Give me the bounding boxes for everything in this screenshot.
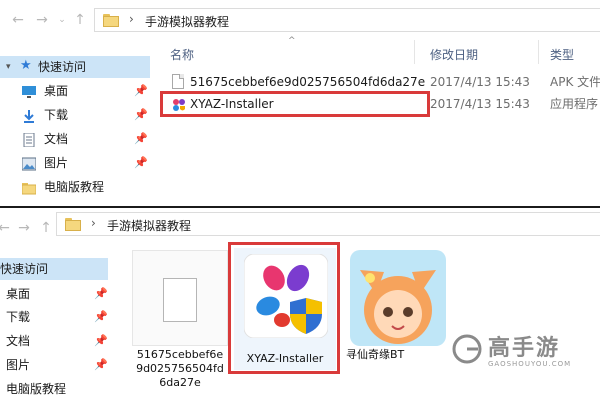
sidebar-item-label: 图片 (44, 156, 69, 170)
file-type: APK 文件 (550, 75, 600, 89)
watermark-domain: GAOSHOUYOU.COM (488, 360, 572, 368)
file-date: 2017/4/13 15:43 (430, 75, 530, 89)
sidebar-item-label: 桌面 (6, 287, 31, 301)
sidebar-item-pictures[interactable]: 图片 📌 (0, 152, 150, 174)
gaoshouyou-logo-icon (452, 334, 482, 364)
up-arrow-icon[interactable]: ↑ (38, 220, 54, 236)
breadcrumb[interactable]: 手游模拟器教程 (145, 13, 229, 30)
sidebar-item-quick-access[interactable]: 快速访问 (0, 258, 108, 280)
pin-icon[interactable]: 📌 (134, 104, 148, 126)
sidebar-item-label: 下载 (6, 310, 31, 324)
file-tile[interactable]: 寻仙奇缘BT (346, 250, 446, 370)
address-bar[interactable]: › 手游模拟器教程 (56, 212, 600, 236)
sidebar-item-downloads[interactable]: 下载 📌 (0, 306, 108, 328)
desktop-icon (22, 84, 36, 98)
sidebar-item-desktop[interactable]: 桌面 📌 (0, 283, 108, 305)
sidebar-item-pc-tutorial[interactable]: 电脑版教程 (0, 378, 108, 400)
pin-icon[interactable]: 📌 (134, 152, 148, 174)
caption-line: 51675cebbef6e (136, 348, 224, 361)
forward-arrow-icon[interactable]: → (16, 220, 32, 236)
sidebar-item-documents[interactable]: 文档 📌 (0, 128, 150, 150)
file-icon (172, 74, 184, 89)
file-icon (163, 278, 197, 322)
column-divider[interactable] (538, 40, 539, 64)
sidebar-item-desktop[interactable]: 桌面 📌 (0, 80, 150, 102)
file-name: 51675cebbef6e9d025756504fd6da27e (190, 75, 426, 89)
sidebar-item-label: 文档 (6, 334, 31, 348)
sidebar-item-label: 快速访问 (0, 262, 49, 276)
download-icon (22, 108, 36, 123)
sidebar-item-downloads[interactable]: 下载 📌 (0, 104, 150, 126)
sidebar-item-label: 电脑版教程 (44, 180, 105, 194)
column-header-name[interactable]: 名称 (170, 46, 194, 63)
chevron-right-icon: › (91, 216, 96, 230)
file-type: 应用程序 (550, 97, 599, 111)
folder-icon (65, 218, 81, 231)
sidebar-item-pc-tutorial[interactable]: 电脑版教程 (0, 176, 150, 198)
pin-icon[interactable]: 📌 (94, 330, 108, 352)
pin-icon[interactable]: 📌 (94, 283, 108, 305)
column-header-type[interactable]: 类型 (550, 46, 574, 63)
caption-line: 9d025756504fd (136, 362, 224, 375)
sidebar-item-quick-access[interactable]: ▾ ★ 快速访问 (0, 56, 150, 78)
sidebar-item-label: 文档 (44, 132, 69, 146)
file-row[interactable]: 51675cebbef6e9d025756504fd6da27e 2017/4/… (160, 71, 600, 93)
back-arrow-icon[interactable]: ← (0, 220, 12, 236)
pin-icon[interactable]: 📌 (134, 80, 148, 102)
pin-icon[interactable]: 📌 (134, 128, 148, 150)
watermark-brand: 高手游 (488, 336, 561, 361)
folder-icon (21, 180, 37, 195)
expand-arrow-icon[interactable]: ▾ (6, 56, 11, 78)
sidebar-item-documents[interactable]: 文档 📌 (0, 330, 108, 352)
sidebar-item-label: 下载 (44, 108, 69, 122)
bottom-explorer-window: ← → ↑ › 手游模拟器教程 快速访问 桌面 📌 下载 📌 文档 📌 图片 📌… (0, 208, 600, 400)
sidebar-item-pictures[interactable]: 图片 📌 (0, 354, 108, 376)
pin-icon[interactable]: 📌 (94, 354, 108, 376)
game-app-icon (350, 250, 446, 346)
gaoshouyou-watermark: 高手游 GAOSHOUYOU.COM (452, 330, 592, 378)
star-icon: ★ (20, 58, 32, 73)
caption-line: 6da27e (159, 376, 201, 389)
highlight-box (228, 242, 340, 374)
sidebar-item-label: 图片 (6, 358, 31, 372)
up-arrow-icon[interactable]: ↑ (72, 12, 88, 28)
sidebar-item-label: 桌面 (44, 84, 69, 98)
chevron-right-icon: › (129, 12, 134, 26)
address-bar[interactable]: › 手游模拟器教程 (94, 8, 600, 32)
breadcrumb[interactable]: 手游模拟器教程 (107, 217, 191, 234)
highlight-box (160, 91, 430, 117)
top-explorer-window: ← → ⌄ ↑ › 手游模拟器教程 ^ ▾ ★ 快速访问 桌面 📌 下载 📌 文… (0, 0, 600, 208)
tile-caption: 51675cebbef6e 9d025756504fd 6da27e (128, 348, 232, 390)
folder-icon (103, 14, 119, 27)
forward-arrow-icon[interactable]: → (34, 12, 50, 28)
recent-dropdown-icon[interactable]: ⌄ (54, 12, 70, 28)
pin-icon[interactable]: 📌 (94, 306, 108, 328)
document-icon (22, 132, 36, 148)
picture-icon (21, 156, 37, 171)
tile-caption: 寻仙奇缘BT (346, 348, 405, 361)
file-date: 2017/4/13 15:43 (430, 97, 530, 111)
back-arrow-icon[interactable]: ← (10, 12, 26, 28)
column-header-date[interactable]: 修改日期 (430, 46, 478, 63)
column-divider[interactable] (414, 40, 415, 64)
file-tile[interactable]: 51675cebbef6e 9d025756504fd 6da27e (132, 250, 228, 400)
sidebar-item-label: 电脑版教程 (6, 382, 67, 396)
navigation-bar: ← → ⌄ ↑ › 手游模拟器教程 (0, 0, 600, 40)
sort-ascending-icon: ^ (288, 36, 296, 46)
sidebar-item-label: 快速访问 (38, 60, 87, 74)
